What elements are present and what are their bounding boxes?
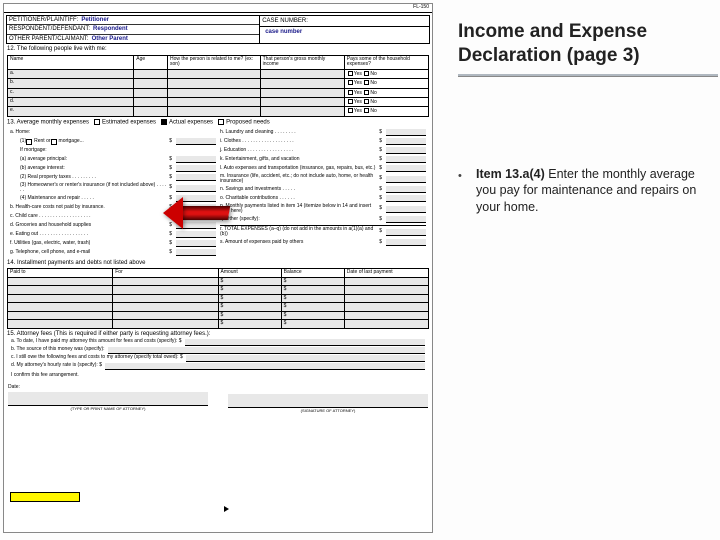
respondent-label: RESPONDENT/DEFENDANT: <box>9 26 90 33</box>
otherparent-value: Other Parent <box>92 36 128 43</box>
signature-area: Date: (TYPE OR PRINT NAME OF ATTORNEY) (… <box>8 385 428 413</box>
case-number-value: case number <box>265 29 302 36</box>
table-row: b. <box>8 79 134 88</box>
date-highlight <box>10 492 80 502</box>
section-12-title: 12. The following people live with me: <box>7 46 429 53</box>
section-15-title: 15. Attorney fees (This is required if e… <box>7 331 429 338</box>
s13-right-col: h. Laundry and cleaning . . . . . . . .$… <box>220 128 426 258</box>
bullet-lead: Item 13.a(4) <box>476 167 548 181</box>
table-row: e. <box>8 107 134 116</box>
section-15: 15. Attorney fees (This is required if e… <box>7 331 429 379</box>
case-number-label: CASE NUMBER: <box>262 18 308 25</box>
section-12: 12. The following people live with me: N… <box>7 46 429 116</box>
installment-table: Paid to For Amount Balance Date of last … <box>7 268 429 329</box>
play-triangle-icon <box>224 506 229 512</box>
section-14: 14. Installment payments and debts not l… <box>7 260 429 329</box>
slide-root: FL-150 PETITIONER/PLAINTIFF:Petitioner R… <box>0 0 720 540</box>
col-name: Name <box>8 55 134 69</box>
explanation-panel: Income and Expense Declaration (page 3) … <box>440 0 720 540</box>
title-underline <box>458 74 718 76</box>
form-code: FL-150 <box>4 4 432 13</box>
instruction-bullet: • Item 13.a(4) Enter the monthly average… <box>458 166 702 217</box>
col-relation: How the person is related to me? (ex: so… <box>167 55 260 69</box>
col-income: That person's gross monthly income <box>260 55 344 69</box>
section-13-title: 13. Average monthly expenses Estimated e… <box>7 119 429 126</box>
party-caption-box: PETITIONER/PLAINTIFF:Petitioner RESPONDE… <box>6 15 430 45</box>
sig-caption: (SIGNATURE OF ATTORNEY) <box>228 409 428 413</box>
form-fl150-page3: FL-150 PETITIONER/PLAINTIFF:Petitioner R… <box>3 3 433 533</box>
col-pays: Pays some of the household expenses? <box>344 55 428 69</box>
item-13a4: (4) Maintenance and repair . . . . .$ <box>10 195 216 203</box>
table-row: c. <box>8 88 134 97</box>
col-age: Age <box>134 55 168 69</box>
otherparent-label: OTHER PARENT/CLAIMANT: <box>9 36 89 43</box>
slide-title: Income and Expense Declaration (page 3) <box>458 20 702 68</box>
petitioner-value: Petitioner <box>81 17 109 24</box>
respondent-value: Respondent <box>93 26 128 33</box>
s13-left-col: a. Home: (1) Rent or mortgage...$ If mor… <box>10 128 216 258</box>
bullet-icon: • <box>458 166 476 217</box>
table-row: a. <box>8 69 134 78</box>
section-14-title: 14. Installment payments and debts not l… <box>7 260 429 267</box>
household-table: Name Age How the person is related to me… <box>7 55 429 117</box>
name-caption: (TYPE OR PRINT NAME OF ATTORNEY) <box>8 407 208 411</box>
section-13: 13. Average monthly expenses Estimated e… <box>7 119 429 258</box>
form-preview-panel: FL-150 PETITIONER/PLAINTIFF:Petitioner R… <box>0 0 440 540</box>
table-row: d. <box>8 97 134 106</box>
petitioner-label: PETITIONER/PLAINTIFF: <box>9 17 78 24</box>
